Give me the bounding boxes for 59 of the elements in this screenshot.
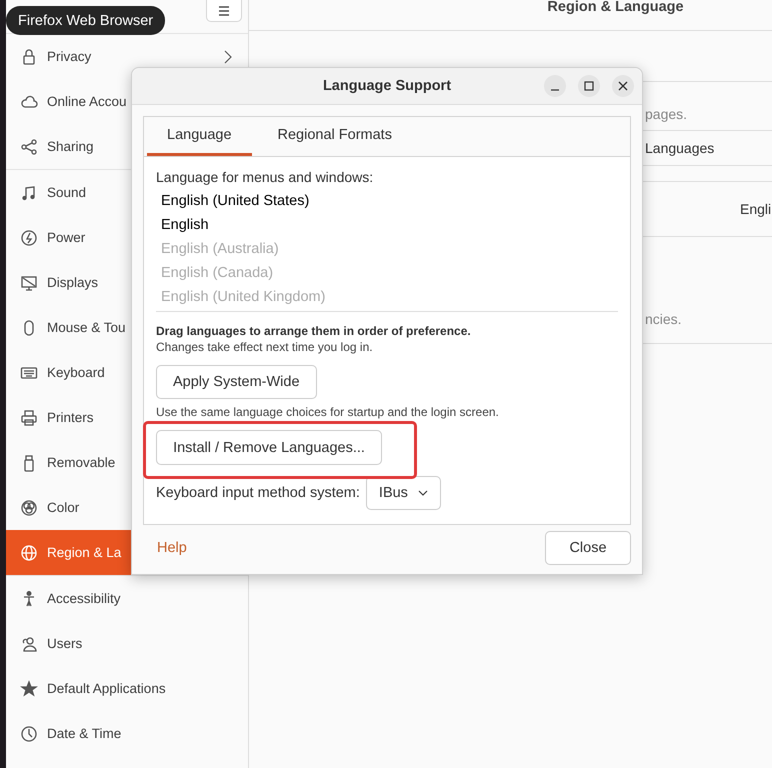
sidebar-item-label: Sharing (47, 139, 94, 154)
tab[interactable]: Language (147, 117, 252, 156)
close-button[interactable] (612, 75, 634, 97)
language-item[interactable]: English (United States) (156, 189, 310, 213)
maximize-icon (584, 81, 594, 91)
row-value: Engli (740, 201, 772, 217)
tooltip: Firefox Web Browser (6, 6, 166, 35)
drag-note: Changes take effect next time you log in. (156, 340, 373, 354)
sidebar-item-label: Printers (47, 410, 94, 425)
row-description: pages. (645, 106, 688, 122)
color-icon (20, 498, 38, 516)
row-label: Languages (645, 140, 714, 156)
sidebar-item[interactable]: Privacy (6, 34, 248, 79)
apply-note: Use the same language choices for startup and the login screen. (156, 405, 499, 419)
sidebar-item-label: Accessibility (47, 591, 121, 606)
share-icon (20, 138, 38, 156)
sidebar-item[interactable]: Default Applications (6, 666, 248, 711)
sidebar-item-label: Color (47, 500, 80, 515)
language-item[interactable]: English (156, 213, 209, 237)
help-button[interactable]: Help (143, 534, 201, 562)
install-remove-languages-button[interactable]: Install / Remove Languages... (156, 430, 382, 465)
menu-icon (218, 6, 230, 16)
sidebar-item[interactable]: Date & Time (6, 711, 248, 756)
printer-icon (20, 408, 38, 426)
apply-system-wide-button[interactable]: Apply System-Wide (156, 365, 317, 399)
caret-icon (418, 490, 428, 496)
list-label: Language for menus and windows: (156, 169, 374, 185)
sidebar-item-label: Users (47, 636, 82, 651)
sidebar-item[interactable]: Accessibility (6, 576, 248, 621)
users-icon (20, 634, 38, 652)
sidebar-item-label: Displays (47, 275, 98, 290)
sidebar-item-label: Mouse & Tou (47, 320, 126, 335)
sidebar-item-label: Sound (47, 185, 86, 200)
sidebar-item[interactable]: Users (6, 621, 248, 666)
sidebar-item-label: Online Accou (47, 94, 127, 109)
sidebar-item-label: Date & Time (47, 726, 122, 741)
menu-button[interactable] (206, 0, 242, 22)
drag-hint: Drag languages to arrange them in order of preference. (156, 324, 471, 338)
close-icon (618, 81, 628, 91)
row-description: ncies. (645, 311, 682, 327)
power-icon (20, 228, 38, 246)
maximize-button[interactable] (578, 75, 600, 97)
sidebar-item-label: Region & La (47, 545, 122, 560)
sidebar-item-label: Privacy (47, 49, 92, 64)
globe-icon (20, 544, 38, 562)
sidebar-item-label: Default Applications (47, 681, 166, 696)
display-icon (20, 274, 38, 292)
clock-icon (20, 724, 38, 742)
sidebar-item-label: Power (47, 230, 86, 245)
tab[interactable]: Regional Formats (258, 117, 412, 156)
minimize-icon (550, 89, 560, 91)
sidebar-item-label: Removable (47, 455, 116, 470)
sidebar-item-label: Keyboard (47, 365, 105, 380)
star-icon (20, 680, 38, 698)
page-title: Region & Language (546, 0, 684, 17)
input-method-dropdown[interactable]: IBus (366, 476, 441, 510)
keyboard-input-label: Keyboard input method system: (156, 485, 360, 501)
close-dialog-button[interactable]: Close (545, 531, 631, 565)
window-title: Language Support (322, 78, 452, 94)
